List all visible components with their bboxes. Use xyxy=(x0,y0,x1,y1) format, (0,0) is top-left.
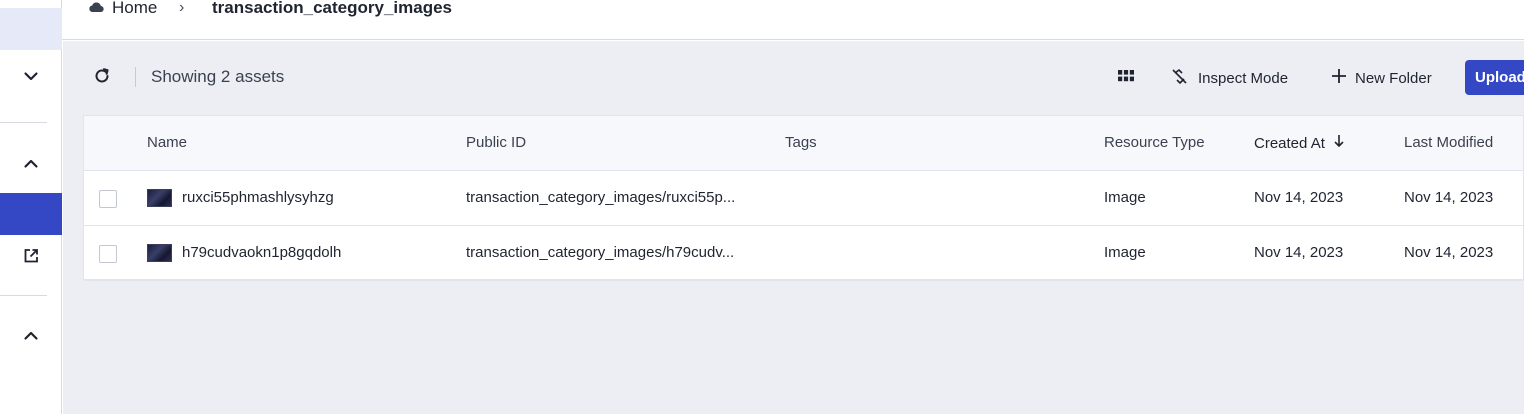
column-header-label: Public ID xyxy=(466,134,527,151)
table-row[interactable]: ruxci55phmashlysyhzg transaction_categor… xyxy=(84,171,1523,226)
upload-button[interactable]: Upload xyxy=(1465,60,1524,95)
sidebar-divider xyxy=(0,122,47,123)
column-header-label: Name xyxy=(147,134,188,151)
chevron-up-icon xyxy=(22,155,40,178)
column-header-tags[interactable]: Tags xyxy=(785,134,817,151)
asset-last-modified: Nov 14, 2023 xyxy=(1404,244,1494,261)
column-header-resource-type[interactable]: Resource Type xyxy=(1104,134,1205,151)
inspect-mode-button[interactable]: Inspect Mode xyxy=(1171,61,1288,95)
column-header-label: Tags xyxy=(785,134,817,151)
grid-view-icon xyxy=(1118,69,1134,87)
table-row[interactable]: h79cudvaokn1p8gqdolh transaction_categor… xyxy=(84,226,1523,281)
refresh-button[interactable] xyxy=(90,66,114,90)
asset-public-id: transaction_category_images/h79cudv... xyxy=(466,244,735,261)
sidebar-active-item[interactable] xyxy=(0,193,62,235)
cloud-icon xyxy=(88,0,104,18)
asset-name[interactable]: ruxci55phmashlysyhzg xyxy=(182,189,334,206)
chevron-up-icon xyxy=(22,327,40,350)
sidebar-selected-band[interactable] xyxy=(0,8,62,50)
asset-toolbar: Showing 2 assets Inspect Mode New Folder… xyxy=(63,41,1524,115)
column-header-public-id[interactable]: Public ID xyxy=(466,134,526,151)
toolbar-divider xyxy=(135,67,136,87)
sidebar-divider xyxy=(0,295,47,296)
column-header-label: Last Modified xyxy=(1404,134,1494,151)
breadcrumb-current-folder: transaction_category_images xyxy=(212,0,452,17)
inspect-mode-icon xyxy=(1171,68,1188,89)
asset-last-modified: Nov 14, 2023 xyxy=(1404,189,1494,206)
asset-public-id: transaction_category_images/ruxci55p... xyxy=(466,189,736,206)
new-folder-button[interactable]: New Folder xyxy=(1331,61,1432,95)
chevron-down-icon xyxy=(22,67,40,90)
asset-resource-type: Image xyxy=(1104,244,1146,261)
table-header: Name Public ID Tags Resource Type Create… xyxy=(84,116,1523,171)
sidebar-expand-toggle-2[interactable] xyxy=(0,317,62,359)
sidebar-collapse-toggle[interactable] xyxy=(0,57,62,99)
asset-resource-type: Image xyxy=(1104,189,1146,206)
plus-icon xyxy=(1331,68,1347,88)
app-window: Home › transaction_category_images Showi… xyxy=(0,0,1524,414)
upload-label: Upload xyxy=(1475,69,1524,86)
breadcrumb-separator: › xyxy=(179,0,185,16)
row-checkbox[interactable] xyxy=(99,190,117,208)
asset-count-label: Showing 2 assets xyxy=(151,67,285,86)
sidebar-external-link[interactable] xyxy=(0,237,62,279)
left-sidebar xyxy=(0,0,62,414)
column-header-created-at[interactable]: Created At xyxy=(1254,134,1345,152)
column-header-label: Resource Type xyxy=(1104,134,1205,151)
external-link-icon xyxy=(22,247,40,270)
column-header-label: Created At xyxy=(1254,134,1325,152)
asset-thumbnail xyxy=(147,244,172,262)
asset-created-at: Nov 14, 2023 xyxy=(1254,244,1344,261)
breadcrumb: Home › transaction_category_images xyxy=(62,0,1524,40)
sidebar-expand-toggle[interactable] xyxy=(0,145,62,187)
asset-name[interactable]: h79cudvaokn1p8gqdolh xyxy=(182,244,341,261)
asset-table: Name Public ID Tags Resource Type Create… xyxy=(83,115,1524,281)
new-folder-label: New Folder xyxy=(1355,69,1432,87)
column-header-last-modified[interactable]: Last Modified xyxy=(1404,134,1493,151)
grid-view-button[interactable] xyxy=(1116,61,1136,95)
asset-created-at: Nov 14, 2023 xyxy=(1254,189,1344,206)
breadcrumb-home-label: Home xyxy=(112,0,158,17)
row-checkbox[interactable] xyxy=(99,245,117,263)
refresh-icon xyxy=(92,66,112,91)
asset-thumbnail xyxy=(147,189,172,207)
inspect-mode-label: Inspect Mode xyxy=(1198,69,1289,87)
arrow-down-icon xyxy=(1333,134,1345,152)
main-content: Showing 2 assets Inspect Mode New Folder… xyxy=(63,41,1524,414)
column-header-name[interactable]: Name xyxy=(147,134,187,151)
breadcrumb-home-link[interactable]: Home xyxy=(88,0,157,20)
